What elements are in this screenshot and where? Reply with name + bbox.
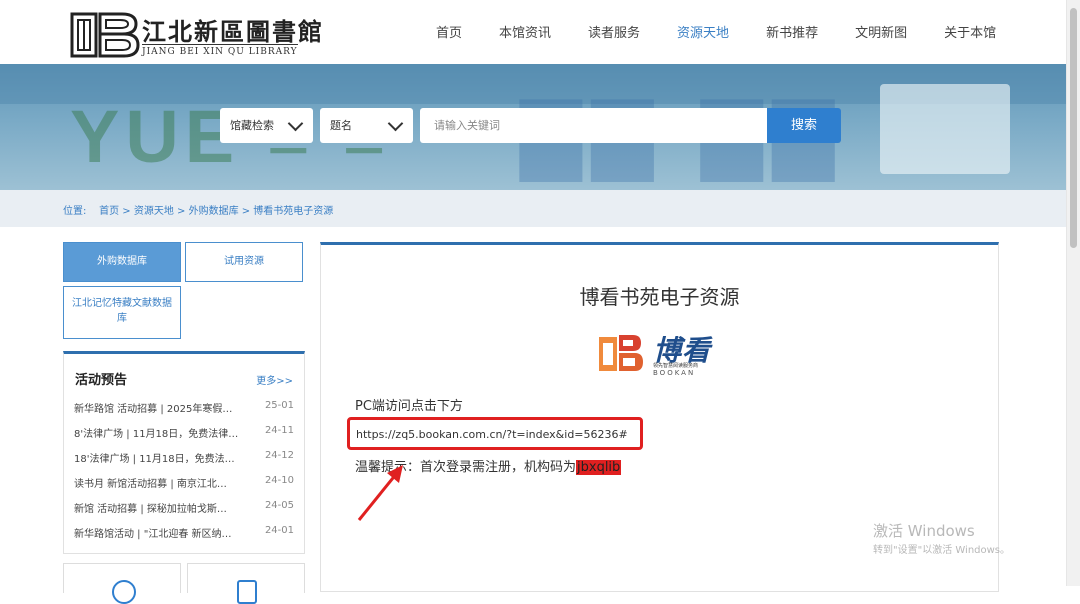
list-item[interactable]: 新馆 活动招募 | 探秘加拉帕戈斯… 24-05 [74, 500, 294, 525]
banner-graphic-right [880, 84, 1010, 174]
site-header: 江北新區圖書館 JIANG BEI XIN QU LIBRARY 首页 本馆资讯… [0, 0, 1066, 64]
activity-text: 新馆 活动招募 | 探秘加拉帕戈斯… [74, 504, 227, 515]
activity-text: 读书月 新馆活动招募 | 南京江北… [74, 479, 227, 490]
library-logo[interactable]: 江北新區圖書館 JIANG BEI XIN QU LIBRARY [70, 10, 322, 60]
nav-library-news[interactable]: 本馆资讯 [499, 22, 551, 41]
hero-banner: YUE ≡ ≡ ▇▇ ▇▇ 馆藏检索 题名 搜索 [0, 64, 1066, 190]
page-title: 博看书苑电子资源 [579, 285, 740, 309]
activity-preview-panel: 活动预告 更多>> 新华路馆 活动招募 | 2025年寒假… 25-01 8'法… [63, 351, 305, 554]
quick-link-tile[interactable] [63, 563, 181, 604]
logo-chinese-name: 江北新區圖書館 [142, 17, 324, 46]
activity-date: 24-05 [264, 500, 294, 511]
quick-link-tile[interactable] [187, 563, 305, 604]
search-scope-value: 馆藏检索 [230, 119, 274, 132]
windows-watermark-subtitle: 转到"设置"以激活 Windows。 [873, 545, 1011, 556]
bookan-logo: 博看 领先智慧阅读服务商 BOOKAN [597, 329, 723, 377]
list-item[interactable]: 8'法律广场 | 11月18日，免费法律… 24-11 [74, 425, 294, 450]
main-nav: 首页 本馆资讯 读者服务 资源天地 新书推荐 文明新图 关于本馆 [436, 22, 996, 41]
search-scope-select[interactable]: 馆藏检索 [220, 108, 313, 143]
nav-resources[interactable]: 资源天地 [677, 22, 729, 41]
windows-watermark-title: 激活 Windows [873, 522, 975, 540]
document-icon [237, 580, 257, 604]
search-field-value: 题名 [330, 119, 352, 132]
search-button[interactable]: 搜索 [767, 108, 841, 143]
circle-icon [112, 580, 136, 604]
institution-code: jbxqlib [576, 460, 622, 475]
activity-date: 25-01 [264, 400, 294, 411]
tab-jiangbei-memory-database[interactable]: 江北记忆特藏文献数据库 [63, 286, 181, 339]
red-arrow-icon [357, 465, 403, 521]
chevron-down-icon [387, 115, 404, 132]
scrollbar-thumb[interactable] [1070, 8, 1077, 248]
list-item[interactable]: 新华路馆 活动招募 | 2025年寒假… 25-01 [74, 400, 294, 425]
list-item[interactable]: 读书月 新馆活动招募 | 南京江北… 24-10 [74, 475, 294, 500]
nav-new-books[interactable]: 新书推荐 [766, 22, 818, 41]
activity-text: 18'法律广场 | 11月18日，免费法… [74, 454, 235, 465]
activity-date: 24-11 [264, 425, 294, 436]
bookan-logo-tagline: 领先智慧阅读服务商 [653, 363, 699, 369]
breadcrumb-label: 位置: [63, 206, 87, 217]
bookan-logo-mark-icon [599, 335, 643, 371]
nav-about[interactable]: 关于本馆 [944, 22, 996, 41]
list-item[interactable]: 新华路馆活动 | "江北迎春 新区纳… 24-01 [74, 525, 294, 550]
activity-text: 8'法律广场 | 11月18日，免费法律… [74, 429, 239, 440]
nav-reader-services[interactable]: 读者服务 [588, 22, 640, 41]
chevron-down-icon [287, 115, 304, 132]
search-input[interactable] [420, 108, 767, 143]
activity-date: 24-12 [264, 450, 294, 461]
nav-home[interactable]: 首页 [436, 22, 462, 41]
activity-text: 新华路馆活动 | "江北迎春 新区纳… [74, 529, 232, 540]
bookan-logo-english: BOOKAN [653, 369, 696, 377]
breadcrumb: 位置: 首页 > 资源天地 > 外购数据库 > 博看书苑电子资源 [0, 190, 1066, 227]
activity-list: 新华路馆 活动招募 | 2025年寒假… 25-01 8'法律广场 | 11月1… [74, 400, 294, 550]
breadcrumb-path[interactable]: 首页 > 资源天地 > 外购数据库 > 博看书苑电子资源 [99, 206, 333, 217]
nav-civilization[interactable]: 文明新图 [855, 22, 907, 41]
activity-title: 活动预告 [75, 373, 128, 388]
logo-english-name: JIANG BEI XIN QU LIBRARY [142, 44, 298, 57]
activity-date: 24-10 [264, 475, 294, 486]
activity-more-link[interactable]: 更多>> [256, 372, 293, 387]
activity-date: 24-01 [264, 525, 294, 536]
list-item[interactable]: 18'法律广场 | 11月18日，免费法… 24-12 [74, 450, 294, 475]
tab-purchased-databases[interactable]: 外购数据库 [63, 242, 181, 282]
page-scrollbar[interactable] [1066, 0, 1080, 586]
library-logo-mark-icon [70, 12, 140, 58]
bookan-access-link[interactable]: https://zq5.bookan.com.cn/?t=index&id=56… [356, 428, 628, 441]
pc-access-label: PC端访问点击下方 [355, 399, 463, 414]
tab-trial-resources[interactable]: 试用资源 [185, 242, 303, 282]
activity-text: 新华路馆 活动招募 | 2025年寒假… [74, 404, 233, 415]
highlight-box: https://zq5.bookan.com.cn/?t=index&id=56… [347, 417, 643, 450]
search-field-select[interactable]: 题名 [320, 108, 413, 143]
